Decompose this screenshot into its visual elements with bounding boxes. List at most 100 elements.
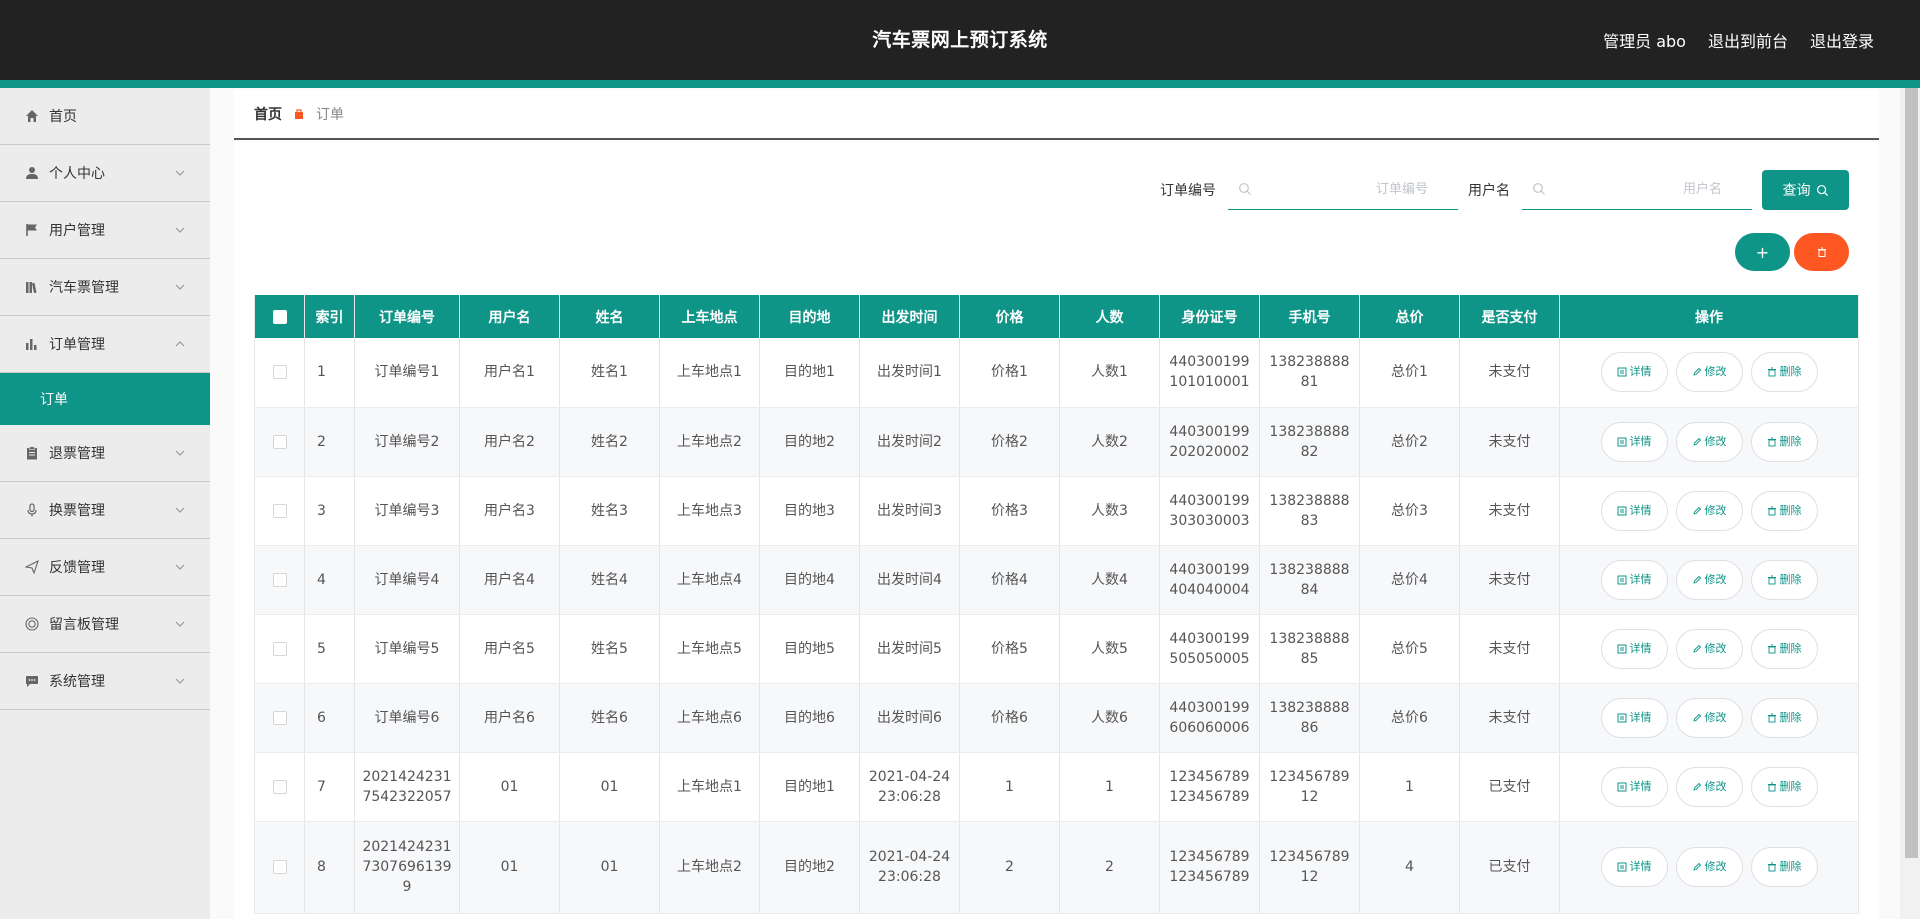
cell-price: 2 bbox=[959, 821, 1060, 914]
row-checkbox[interactable] bbox=[272, 572, 287, 587]
cell-total: 4 bbox=[1359, 821, 1460, 914]
breadcrumb-home[interactable]: 首页 bbox=[254, 104, 282, 124]
cell-paid: 未支付 bbox=[1459, 683, 1560, 753]
edit-button[interactable]: 修改 bbox=[1675, 847, 1743, 887]
sidebar-item-feedback[interactable]: 反馈管理 bbox=[0, 539, 210, 596]
delete-button[interactable]: 删除 bbox=[1750, 766, 1818, 807]
sidebar-item-profile[interactable]: 个人中心 bbox=[0, 145, 210, 202]
cell-actions: 详情 修改 删除 bbox=[1559, 614, 1859, 684]
select-all-checkbox[interactable] bbox=[272, 309, 287, 324]
cell-phone: 138238888 84 bbox=[1259, 545, 1360, 615]
sidebar-item-label: 用户管理 bbox=[49, 223, 105, 239]
edit-button[interactable]: 修改 bbox=[1675, 490, 1743, 531]
detail-icon bbox=[1617, 367, 1626, 377]
row-checkbox[interactable] bbox=[272, 503, 287, 518]
row-select-cell[interactable] bbox=[254, 407, 305, 477]
delete-button[interactable]: 删除 bbox=[1750, 847, 1818, 887]
table-row: 4 订单编号4 用户名4 姓名4 上车地点4 目的地4 出发时间4 价格4 人数4 4403001… bbox=[254, 545, 1859, 615]
sidebar-item-users[interactable]: 用户管理 bbox=[0, 202, 210, 259]
edit-button[interactable]: 修改 bbox=[1675, 697, 1743, 738]
cell-username: 用户名2 bbox=[459, 407, 560, 477]
detail-button[interactable]: 详情 bbox=[1600, 766, 1668, 807]
edit-button[interactable]: 修改 bbox=[1675, 766, 1743, 807]
cell-board: 上车地点6 bbox=[659, 683, 760, 753]
cell-count: 人数4 bbox=[1059, 545, 1160, 615]
edit-button[interactable]: 修改 bbox=[1675, 352, 1743, 393]
detail-button[interactable]: 详情 bbox=[1600, 847, 1668, 887]
row-checkbox[interactable] bbox=[272, 860, 287, 874]
add-button[interactable]: + bbox=[1735, 233, 1790, 271]
row-checkbox[interactable] bbox=[272, 710, 287, 725]
sidebar-subitem-orders[interactable]: 订单 bbox=[0, 373, 210, 425]
batch-delete-button[interactable] bbox=[1794, 233, 1849, 271]
sidebar-item-refunds[interactable]: 退票管理 bbox=[0, 425, 210, 482]
cell-index: 8 bbox=[304, 821, 355, 914]
sidebar-item-messageboard[interactable]: 留言板管理 bbox=[0, 596, 210, 653]
cell-idcard: 123456789 123456789 bbox=[1159, 821, 1260, 914]
edit-button[interactable]: 修改 bbox=[1675, 559, 1743, 600]
query-button[interactable]: 查询 bbox=[1762, 170, 1849, 210]
row-checkbox[interactable] bbox=[272, 641, 287, 656]
cell-index: 2 bbox=[304, 407, 355, 477]
cell-name: 姓名6 bbox=[559, 683, 660, 753]
cell-phone: 138238888 86 bbox=[1259, 683, 1360, 753]
sidebar-item-orders[interactable]: 订单管理 bbox=[0, 316, 210, 373]
scrollbar-thumb[interactable] bbox=[1905, 88, 1918, 858]
logout-link[interactable]: 退出登录 bbox=[1810, 28, 1874, 52]
cell-idcard: 440300199 404040004 bbox=[1159, 545, 1260, 615]
query-button-label: 查询 bbox=[1782, 183, 1811, 199]
trash-icon bbox=[1767, 367, 1776, 377]
user-icon bbox=[24, 165, 40, 181]
order-number-input[interactable] bbox=[1228, 170, 1458, 208]
sidebar-item-system[interactable]: 系统管理 bbox=[0, 653, 210, 710]
username-input[interactable] bbox=[1522, 170, 1752, 208]
edit-icon bbox=[1692, 575, 1701, 584]
row-select-cell[interactable] bbox=[254, 338, 305, 408]
row-checkbox[interactable] bbox=[272, 365, 287, 380]
delete-label: 删除 bbox=[1779, 572, 1802, 586]
delete-button[interactable]: 删除 bbox=[1750, 421, 1818, 462]
delete-label: 删除 bbox=[1779, 641, 1802, 655]
delete-button[interactable]: 删除 bbox=[1750, 352, 1818, 393]
edit-label: 修改 bbox=[1704, 572, 1727, 586]
sidebar-item-home[interactable]: 首页 bbox=[0, 88, 210, 145]
edit-icon bbox=[1692, 713, 1701, 722]
edit-label: 修改 bbox=[1704, 860, 1727, 873]
cell-phone: 138238888 85 bbox=[1259, 614, 1360, 684]
cell-index: 4 bbox=[304, 545, 355, 615]
row-select-cell[interactable] bbox=[254, 614, 305, 684]
delete-label: 删除 bbox=[1779, 365, 1802, 379]
detail-button[interactable]: 详情 bbox=[1600, 352, 1668, 393]
delete-button[interactable]: 删除 bbox=[1750, 490, 1818, 531]
sidebar-item-label: 系统管理 bbox=[49, 674, 105, 690]
select-all-cell[interactable] bbox=[254, 295, 305, 338]
edit-button[interactable]: 修改 bbox=[1675, 628, 1743, 669]
row-select-cell[interactable] bbox=[254, 683, 305, 753]
detail-button[interactable]: 详情 bbox=[1600, 697, 1668, 738]
row-checkbox[interactable] bbox=[272, 434, 287, 449]
detail-button[interactable]: 详情 bbox=[1600, 490, 1668, 531]
cell-username: 用户名4 bbox=[459, 545, 560, 615]
cell-depart: 出发时间6 bbox=[859, 683, 960, 753]
row-select-cell[interactable] bbox=[254, 821, 305, 914]
row-checkbox[interactable] bbox=[272, 779, 287, 794]
cell-price: 价格2 bbox=[959, 407, 1060, 477]
delete-button[interactable]: 删除 bbox=[1750, 628, 1818, 669]
row-select-cell[interactable] bbox=[254, 476, 305, 546]
exit-to-front-link[interactable]: 退出到前台 bbox=[1708, 28, 1788, 52]
sidebar-item-tickets[interactable]: 汽车票管理 bbox=[0, 259, 210, 316]
row-select-cell[interactable] bbox=[254, 752, 305, 822]
cell-idcard: 440300199 606060006 bbox=[1159, 683, 1260, 753]
detail-button[interactable]: 详情 bbox=[1600, 421, 1668, 462]
detail-icon bbox=[1617, 575, 1626, 584]
table-row: 1 订单编号1 用户名1 姓名1 上车地点1 目的地1 出发时间1 价格1 人数1 4403001… bbox=[254, 338, 1859, 408]
row-select-cell[interactable] bbox=[254, 545, 305, 615]
sidebar-item-exchange[interactable]: 换票管理 bbox=[0, 482, 210, 539]
cell-price: 价格3 bbox=[959, 476, 1060, 546]
detail-button[interactable]: 详情 bbox=[1600, 559, 1668, 600]
detail-button[interactable]: 详情 bbox=[1600, 628, 1668, 669]
delete-button[interactable]: 删除 bbox=[1750, 697, 1818, 738]
column-header: 总价 bbox=[1359, 295, 1460, 338]
delete-button[interactable]: 删除 bbox=[1750, 559, 1818, 600]
edit-button[interactable]: 修改 bbox=[1675, 421, 1743, 462]
